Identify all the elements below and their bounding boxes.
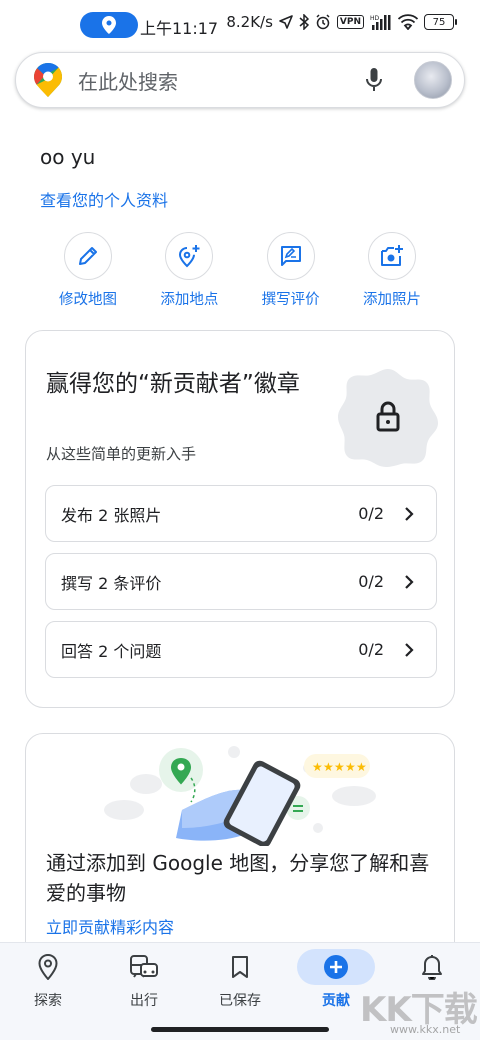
lock-icon	[338, 369, 438, 467]
star-icon: ★	[356, 760, 367, 774]
search-input[interactable]: 在此处搜索	[78, 66, 362, 95]
nav-explore-label: 探索	[34, 993, 62, 1009]
location-indicator[interactable]	[80, 12, 138, 38]
account-avatar[interactable]	[414, 61, 452, 99]
task-label: 撰写 2 条评价	[61, 573, 162, 593]
location-icon	[102, 16, 116, 34]
chevron-right-icon	[404, 504, 418, 524]
write-review-button[interactable]: 撰写评价	[241, 232, 341, 309]
search-bar[interactable]: 在此处搜索	[15, 52, 465, 108]
status-icons: 8.2K/s VPN HD 75	[226, 13, 457, 31]
add-photo-label: 添加照片	[362, 292, 421, 308]
add-circle-icon	[324, 955, 348, 979]
nav-contribute-label: 贡献	[322, 993, 350, 1009]
badge-subtitle: 从这些简单的更新入手	[46, 445, 197, 463]
google-maps-pin-icon	[34, 63, 62, 97]
task-post-photos[interactable]: 发布 2 张照片 0/2	[45, 485, 437, 542]
watermark-url: www.kkx.net	[390, 1023, 461, 1036]
star-icon: ★	[334, 760, 345, 774]
nav-saved[interactable]: 已保存	[192, 949, 288, 1010]
nav-updates[interactable]	[384, 949, 480, 985]
hd-label: HD	[370, 15, 380, 22]
edit-map-label: 修改地图	[59, 292, 117, 308]
star-icon: ★	[323, 760, 334, 774]
explore-pin-icon	[38, 954, 58, 980]
write-review-icon	[280, 246, 301, 266]
add-place-label: 添加地点	[160, 292, 219, 308]
bookmark-icon	[232, 956, 248, 978]
microphone-icon[interactable]	[362, 66, 386, 94]
alarm-icon	[315, 14, 331, 30]
add-place-icon	[179, 245, 200, 268]
pencil-icon	[79, 247, 97, 265]
task-progress: 0/2	[358, 504, 384, 523]
commute-icon	[130, 955, 158, 978]
task-write-reviews[interactable]: 撰写 2 条评价 0/2	[45, 553, 437, 610]
status-bar: 上午11:17 8.2K/s VPN HD 75	[0, 0, 480, 52]
add-photo-button[interactable]: 添加照片	[342, 232, 442, 309]
add-place-button[interactable]: 添加地点	[139, 232, 239, 309]
task-label: 回答 2 个问题	[61, 641, 162, 661]
chevron-right-icon	[404, 572, 418, 592]
task-progress: 0/2	[358, 572, 384, 591]
notifications-icon	[422, 955, 442, 980]
share-contribution-card: ★ ★ ★ ★ ★ 通过添加到 Google 地图，分享您了解和喜爱的事物 立即…	[25, 733, 455, 973]
wifi-icon	[398, 14, 418, 30]
contribution-illustration: ★ ★ ★ ★ ★	[104, 746, 376, 846]
edit-map-button[interactable]: 修改地图	[38, 232, 138, 309]
home-indicator[interactable]	[151, 1027, 329, 1032]
task-progress: 0/2	[358, 640, 384, 659]
nav-commute[interactable]: 出行	[96, 949, 192, 1010]
navigation-arrow-icon	[279, 15, 293, 29]
view-profile-link[interactable]: 查看您的个人资料	[40, 187, 168, 211]
star-icon: ★	[345, 760, 356, 774]
contribute-now-link[interactable]: 立即贡献精彩内容	[46, 914, 174, 938]
contribution-actions: 修改地图 添加地点 撰写评价 添加照片	[38, 232, 442, 309]
rating-stars: ★ ★ ★ ★ ★	[312, 760, 367, 774]
share-card-title: 通过添加到 Google 地图，分享您了解和喜爱的事物	[46, 851, 430, 905]
bluetooth-icon	[299, 14, 309, 30]
vpn-badge: VPN	[336, 15, 364, 29]
nav-commute-label: 出行	[130, 993, 158, 1009]
task-answer-questions[interactable]: 回答 2 个问题 0/2	[45, 621, 437, 678]
badge-title: 赢得您的“新贡献者”徽章	[46, 371, 300, 397]
write-review-label: 撰写评价	[261, 292, 320, 308]
task-label: 发布 2 张照片	[61, 505, 162, 525]
nav-saved-label: 已保存	[219, 993, 261, 1009]
profile-name: oo yu	[40, 145, 96, 169]
new-contributor-badge-card: 赢得您的“新贡献者”徽章 从这些简单的更新入手 发布 2 张照片 0/2 撰写 …	[25, 330, 455, 708]
star-icon: ★	[312, 760, 323, 774]
status-time: 上午11:17	[140, 19, 219, 38]
watermark: KK下载 www.kkx.net	[360, 982, 478, 1040]
add-photo-icon	[380, 245, 403, 266]
network-speed: 8.2K/s	[226, 13, 273, 31]
battery-icon: 75	[424, 14, 457, 30]
nav-explore[interactable]: 探索	[0, 949, 96, 1010]
chevron-right-icon	[404, 640, 418, 660]
signal-icon: HD	[370, 14, 392, 30]
